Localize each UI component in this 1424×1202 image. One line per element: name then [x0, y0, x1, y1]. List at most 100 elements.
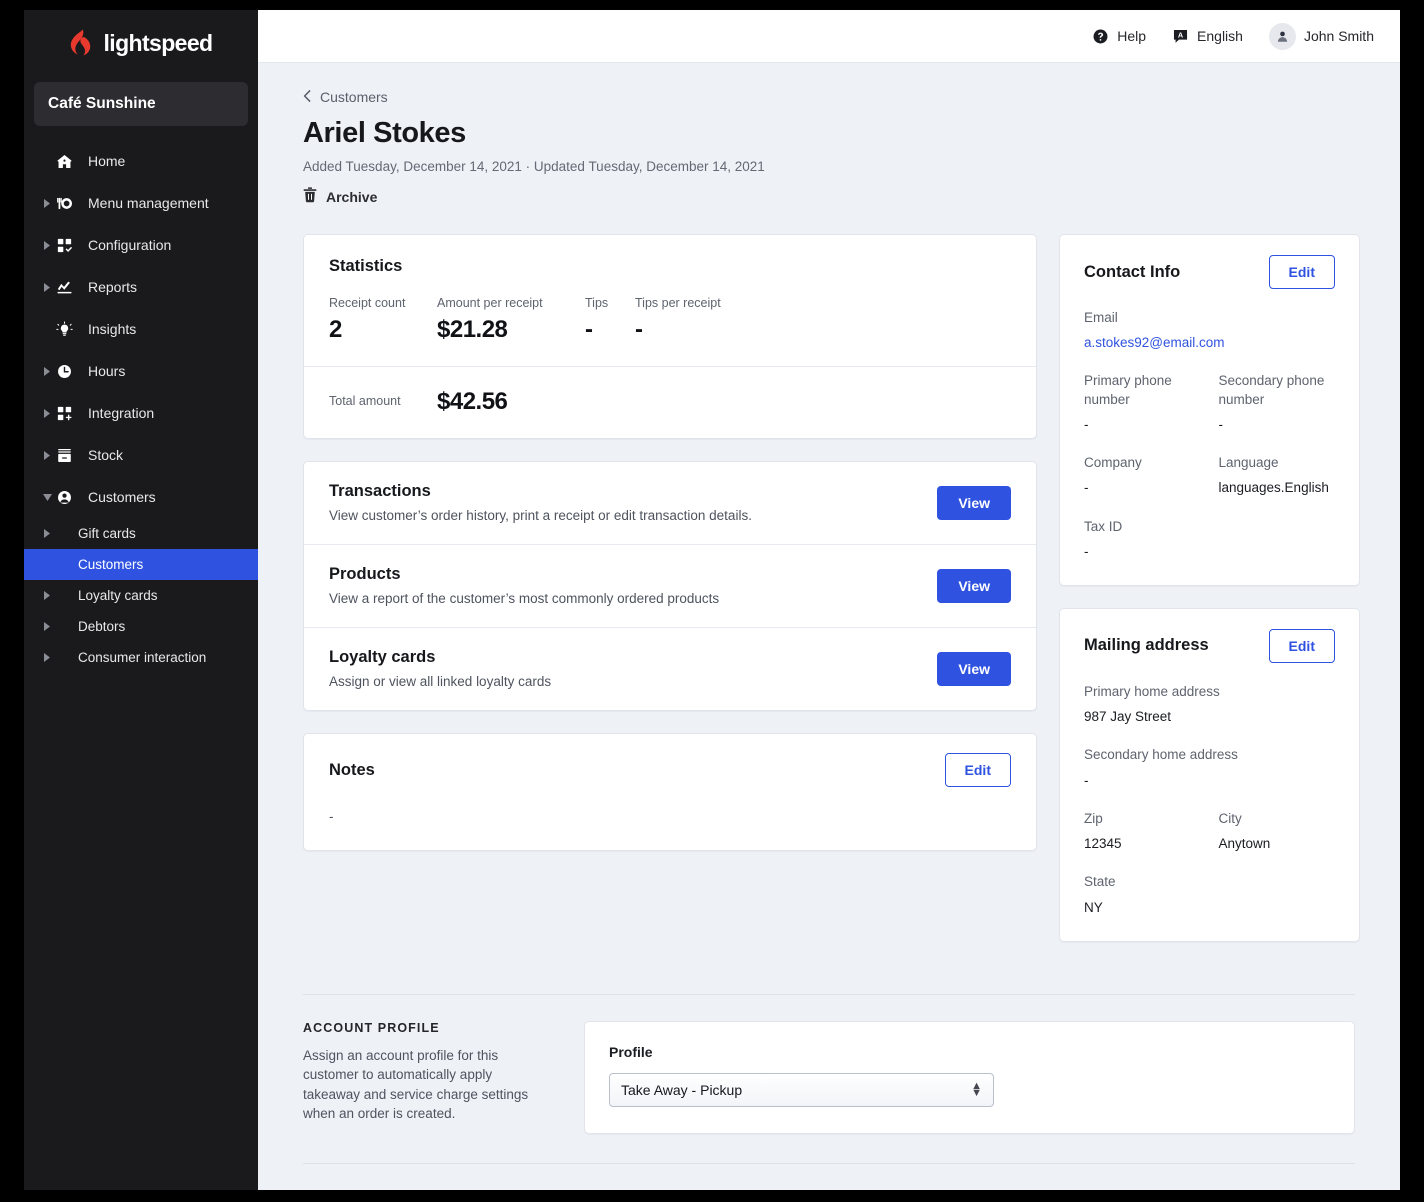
hours-icon [56, 363, 82, 380]
brand-logo[interactable]: lightspeed [24, 10, 258, 76]
field-label: Primary phone number [1084, 373, 1172, 407]
chevron-right-icon[interactable] [38, 450, 56, 460]
account-profile-form: Profile Take Away - Pickup ▲ ▼ [584, 1020, 1355, 1134]
archive-button[interactable]: Archive [303, 187, 1355, 206]
chevron-down-icon[interactable] [38, 493, 56, 501]
metric-label: Amount per receipt [437, 296, 543, 310]
contact-info-title: Contact Info [1084, 262, 1181, 281]
profile-panel: Profile Take Away - Pickup ▲ ▼ [584, 1020, 1355, 1134]
view-transactions-button[interactable]: View [937, 485, 1011, 520]
sidebar-item-home[interactable]: Home [24, 140, 258, 182]
sidebar-subitem-label: Customers [78, 557, 144, 572]
help-button[interactable]: Help [1092, 28, 1146, 45]
edit-notes-button[interactable]: Edit [944, 753, 1011, 788]
chevron-right-icon[interactable] [38, 366, 56, 376]
chevron-right-icon[interactable] [38, 622, 56, 631]
left-column: Statistics Receipt count 2 Amount per re… [303, 234, 1037, 852]
chevron-right-icon[interactable] [38, 529, 56, 538]
sidebar-item-label: Home [88, 153, 126, 169]
integration-icon [56, 405, 82, 422]
sidebar-item-insights[interactable]: Insights [24, 308, 258, 350]
language-selector[interactable]: A English [1172, 28, 1243, 45]
chevron-right-icon[interactable] [38, 653, 56, 662]
edit-mailing-address-button[interactable]: Edit [1268, 628, 1335, 663]
sidebar-item-reports[interactable]: Reports [24, 266, 258, 308]
actions-card: Transactions View customer’s order histo… [303, 461, 1037, 712]
metric-label: Tips [585, 296, 609, 310]
contact-info-card: Contact Info Edit Email a.stokes92@email… [1059, 234, 1360, 586]
statistics-title: Statistics [329, 257, 403, 275]
statistics-total: Total amount $42.56 [304, 367, 1036, 439]
chevron-right-icon[interactable] [38, 240, 56, 250]
statistics-card: Statistics Receipt count 2 Amount per re… [303, 234, 1037, 440]
metric-amount-per-receipt: Amount per receipt $21.28 [437, 296, 585, 344]
chevron-right-icon[interactable] [38, 408, 56, 418]
stock-icon [56, 447, 82, 464]
sidebar-item-stock[interactable]: Stock [24, 434, 258, 476]
view-loyalty-cards-button[interactable]: View [937, 651, 1011, 686]
edit-contact-info-button[interactable]: Edit [1268, 255, 1335, 289]
field-label: City [1218, 810, 1242, 826]
email-link[interactable]: a.stokes92@email.com [1084, 334, 1335, 352]
action-description: View a report of the customer’s most com… [329, 591, 720, 607]
sidebar-item-integration[interactable]: Integration [24, 392, 258, 434]
metric-tips-per-receipt: Tips per receipt - [635, 296, 775, 344]
customers-icon [56, 489, 82, 506]
field-secondary-address: Secondary home address - [1084, 746, 1335, 789]
sidebar-item-hours[interactable]: Hours [24, 350, 258, 392]
field-label: State [1084, 874, 1116, 890]
metric-value: 2 [329, 316, 342, 343]
field-value: languages.English [1218, 480, 1329, 496]
page-content: Customers Ariel Stokes Added Tuesday, De… [258, 63, 1400, 1190]
metric-value: - [585, 316, 593, 343]
field-company: Company - [1084, 454, 1201, 497]
sidebar-subitem-loyalty-cards[interactable]: Loyalty cards [24, 580, 258, 611]
field-value: - [1084, 543, 1089, 559]
field-label: Email [1084, 310, 1118, 325]
sidebar-item-customers[interactable]: Customers [24, 476, 258, 518]
profile-select[interactable]: Take Away - Pickup ▲ ▼ [609, 1072, 994, 1107]
metric-label: Receipt count [329, 296, 406, 310]
sidebar-item-menu-management[interactable]: Menu management [24, 182, 258, 224]
action-text: Products View a report of the customer’s… [329, 565, 719, 606]
breadcrumb[interactable]: Customers [303, 89, 1355, 105]
field-phones: Primary phone number - Secondary phone n… [1084, 372, 1335, 434]
store-selector[interactable]: Café Sunshine [34, 82, 248, 126]
sidebar-item-configuration[interactable]: Configuration [24, 224, 258, 266]
sidebar-subitem-debtors[interactable]: Debtors [24, 611, 258, 642]
sidebar-subitem-gift-cards[interactable]: Gift cards [24, 518, 258, 549]
action-title: Transactions [329, 482, 431, 501]
mailing-address-title: Mailing address [1084, 636, 1209, 655]
metric-label: Tips per receipt [635, 296, 721, 310]
field-company-language: Company - Language languages.English [1084, 454, 1335, 497]
field-label: Primary home address [1084, 683, 1220, 699]
metric-receipt-count: Receipt count 2 [329, 296, 437, 344]
home-icon [56, 153, 82, 170]
chevron-right-icon[interactable] [38, 591, 56, 600]
sidebar-subitem-consumer-interaction[interactable]: Consumer interaction [24, 642, 258, 673]
action-row-loyalty-cards: Loyalty cards Assign or view all linked … [304, 627, 1036, 710]
user-menu[interactable]: John Smith [1268, 22, 1374, 50]
view-products-button[interactable]: View [937, 568, 1011, 603]
field-label: Secondary phone number [1218, 373, 1325, 407]
field-label: Secondary home address [1084, 747, 1238, 763]
account-profile-info: ACCOUNT PROFILE Assign an account profil… [303, 1021, 548, 1124]
breadcrumb-label: Customers [320, 89, 388, 105]
chevron-right-icon[interactable] [38, 282, 56, 292]
field-primary-address: Primary home address 987 Jay Street [1084, 683, 1335, 726]
field-primary-phone: Primary phone number - [1084, 372, 1201, 434]
stepper-arrows-icon[interactable]: ▲ ▼ [971, 1081, 982, 1099]
sidebar-subitem-label: Consumer interaction [78, 650, 207, 665]
sidebar-subitem-customers[interactable]: Customers [24, 549, 258, 580]
sidebar-subitem-label: Loyalty cards [78, 588, 158, 603]
field-label: Company [1084, 455, 1142, 471]
field-tax-id: Tax ID - [1084, 518, 1335, 561]
profile-selected-value: Take Away - Pickup [621, 1081, 743, 1098]
metric-tips: Tips - [585, 296, 635, 344]
field-zip-city: Zip 12345 City Anytown [1084, 810, 1335, 853]
mailing-address-header: Mailing address Edit [1084, 628, 1335, 663]
account-profile-kicker: ACCOUNT PROFILE [303, 1020, 440, 1035]
menu-management-icon [56, 195, 82, 212]
top-bar: Help A English John Smith [258, 10, 1400, 63]
chevron-right-icon[interactable] [38, 198, 56, 208]
